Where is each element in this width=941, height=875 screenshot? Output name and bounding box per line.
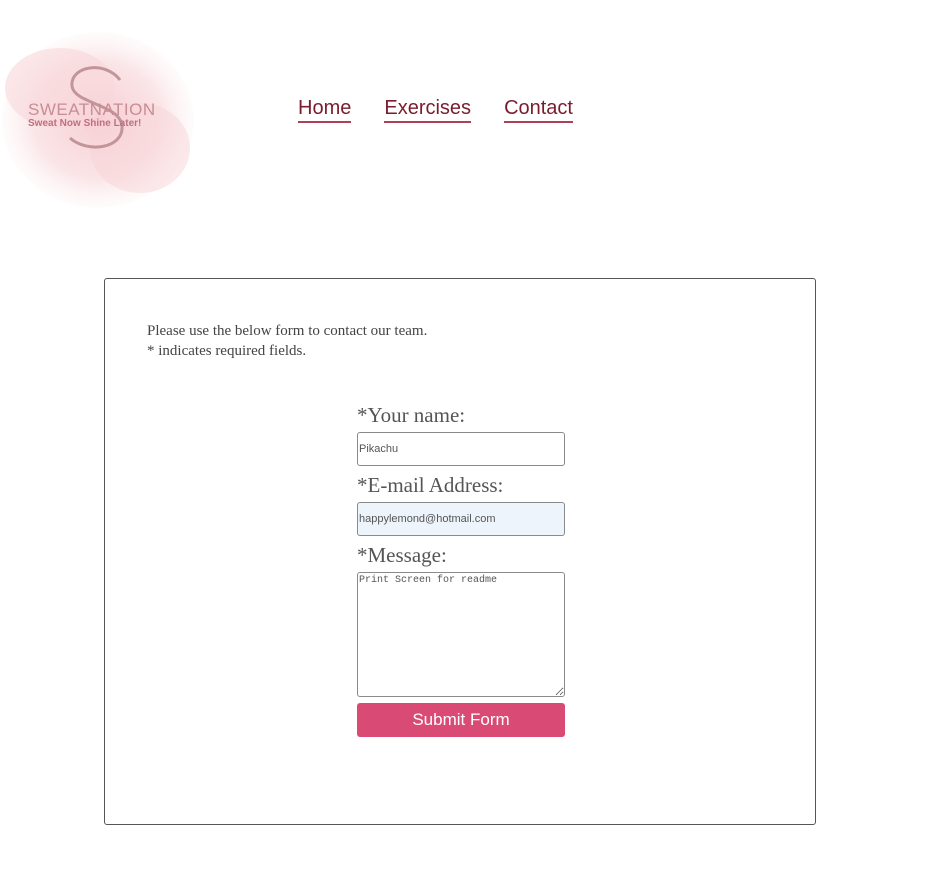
message-textarea[interactable]: Print Screen for readme bbox=[357, 572, 565, 697]
name-label: *Your name: bbox=[357, 403, 466, 427]
message-label: *Message: bbox=[357, 543, 447, 567]
submit-button[interactable]: Submit Form bbox=[357, 703, 565, 737]
main-nav: Home Exercises Contact bbox=[298, 96, 573, 123]
intro-text: Please use the below form to contact our… bbox=[147, 321, 427, 361]
email-input[interactable] bbox=[357, 502, 565, 536]
nav-link-contact[interactable]: Contact bbox=[504, 96, 573, 123]
intro-line: Please use the below form to contact our… bbox=[147, 323, 428, 339]
site-logo[interactable]: SWEATNATION Sweat Now Shine Later! bbox=[0, 8, 197, 208]
contact-card: Please use the below form to contact our… bbox=[104, 278, 816, 825]
logo-title: SWEATNATION bbox=[28, 100, 156, 119]
logo-tagline: Sweat Now Shine Later! bbox=[28, 118, 142, 129]
nav-link-home[interactable]: Home bbox=[298, 96, 352, 123]
contact-form: *Your name: *E-mail Address: *Message: P… bbox=[357, 401, 567, 737]
required-fields-note: * indicates required fields. bbox=[147, 343, 307, 359]
name-input[interactable] bbox=[357, 432, 565, 466]
email-label: *E-mail Address: bbox=[357, 473, 504, 497]
nav-link-exercises[interactable]: Exercises bbox=[384, 96, 472, 123]
